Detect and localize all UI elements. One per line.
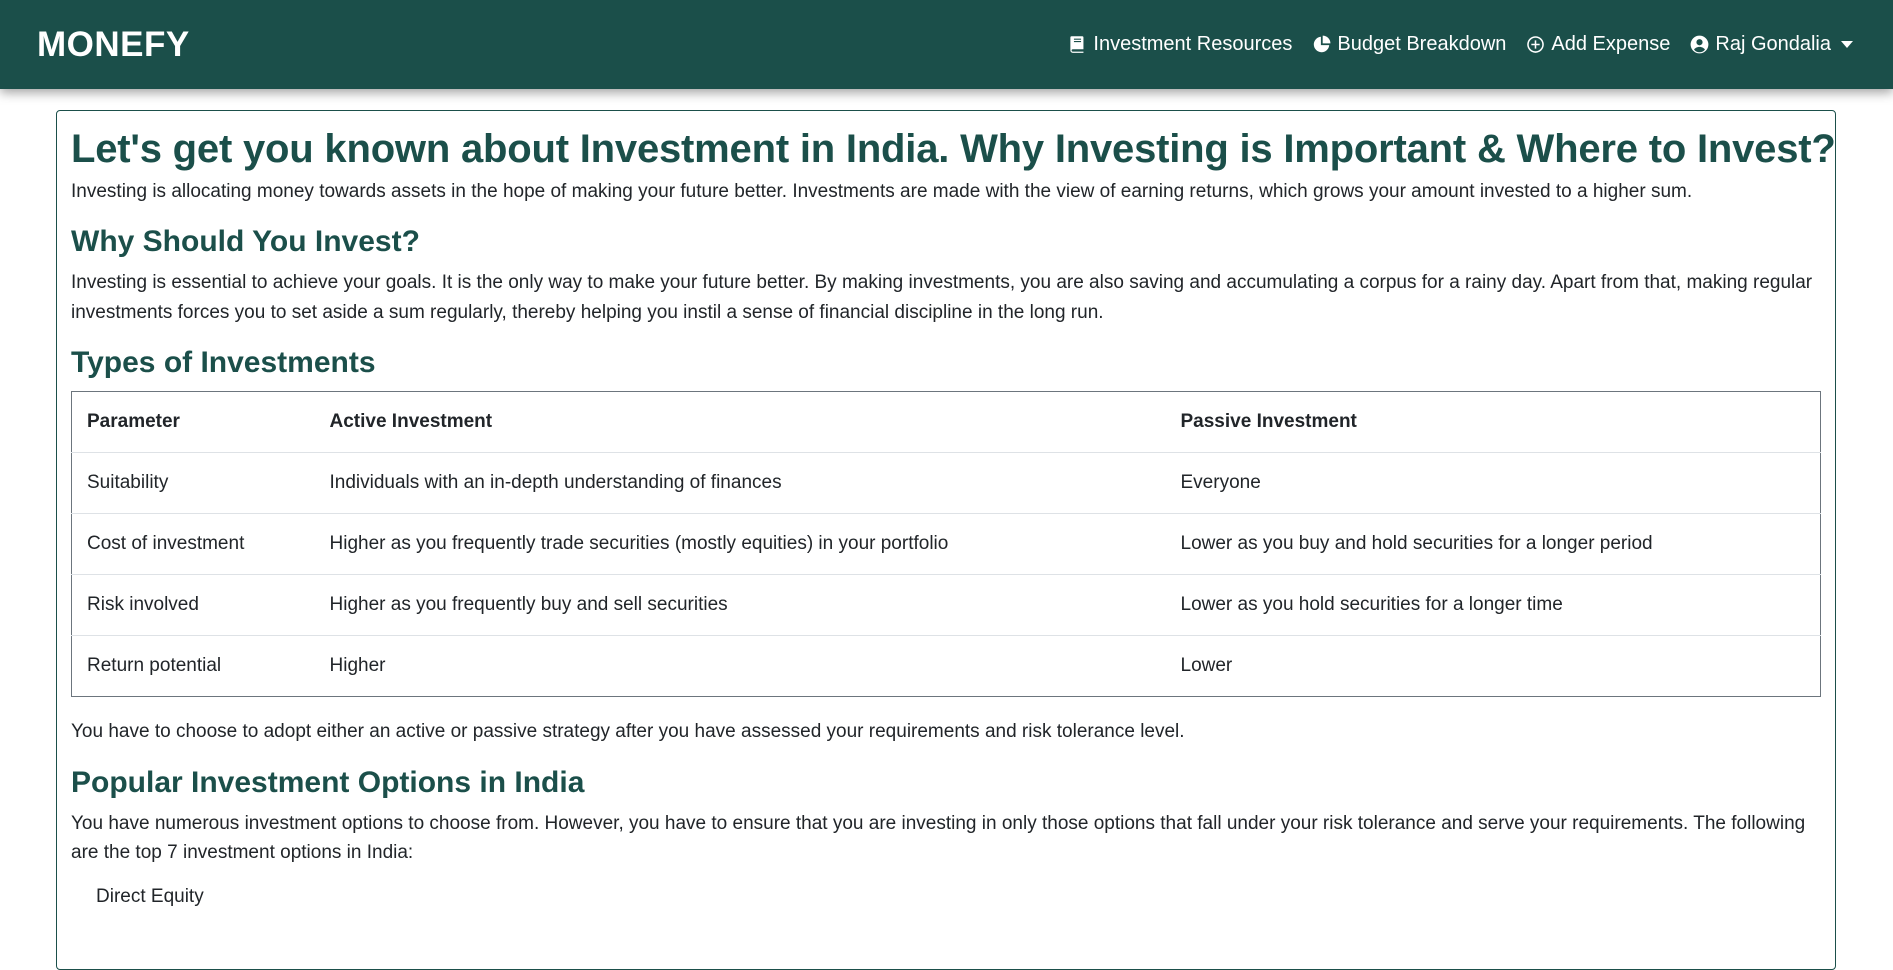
table-cell: Lower as you hold securities for a longe…	[1165, 574, 1821, 637]
book-icon	[1070, 36, 1084, 53]
list-item: Direct Equity	[96, 885, 204, 907]
popular-options-text: You have numerous investment options to …	[71, 812, 1806, 864]
nav-add-expense[interactable]: Add Expense	[1526, 33, 1670, 56]
table-cell: Cost of investment	[71, 513, 315, 576]
chevron-down-icon	[1841, 41, 1853, 48]
table-header: Passive Investment	[1165, 391, 1821, 454]
pie-chart-icon	[1314, 35, 1331, 53]
plus-circle-icon	[1527, 36, 1545, 53]
table-cell: Return potential	[87, 655, 222, 677]
table-cell: Everyone	[1165, 452, 1821, 515]
nav-budget-breakdown[interactable]: Budget Breakdown	[1312, 33, 1506, 56]
nav-investment-resources-label: Investment Resources	[1093, 33, 1293, 55]
brand-logo[interactable]: MONEFY	[37, 25, 190, 65]
nav-investment-resources[interactable]: Investment Resources	[1068, 33, 1292, 56]
table-cell: Individuals with an in-depth understandi…	[314, 452, 1166, 515]
table-cell: Lower	[1180, 655, 1233, 677]
table-row: Return potential Higher Lower	[72, 636, 1821, 697]
why-invest-text: Investing is essential to achieve your g…	[71, 272, 1813, 323]
table-cell: Higher	[329, 655, 386, 677]
table-header: Parameter	[71, 391, 315, 454]
table-header-row: Parameter Active Investment Passive Inve…	[71, 391, 1821, 454]
table-cell: Higher as you frequently buy and sell se…	[314, 574, 1166, 637]
investment-types-table: Parameter Active Investment Passive Inve…	[71, 391, 1821, 698]
types-heading: Types of Investments	[71, 346, 376, 380]
table-cell: Suitability	[71, 452, 315, 515]
why-invest-heading: Why Should You Invest?	[71, 225, 420, 259]
user-name: Raj Gondalia	[1715, 33, 1831, 55]
content-card: Let's get you known about Investment in …	[56, 110, 1836, 970]
nav-budget-breakdown-label: Budget Breakdown	[1337, 33, 1507, 55]
table-cell: Risk involved	[71, 574, 315, 637]
table-cell: Lower as you buy and hold securities for…	[1165, 513, 1821, 576]
intro-text: Investing is allocating money towards as…	[71, 181, 1693, 202]
top-navbar: MONEFY Investment Resources Budget Break…	[0, 0, 1893, 89]
user-menu-dropdown[interactable]: Raj Gondalia	[1690, 33, 1853, 56]
user-circle-icon	[1690, 35, 1709, 54]
table-header: Active Investment	[314, 391, 1166, 454]
nav-links: Investment Resources Budget Breakdown Ad…	[1068, 33, 1853, 56]
strategy-text: You have to choose to adopt either an ac…	[71, 721, 1185, 743]
popular-options-heading: Popular Investment Options in India	[71, 765, 585, 799]
nav-add-expense-label: Add Expense	[1551, 33, 1671, 55]
table-row: Risk involved Higher as you frequently b…	[71, 574, 1821, 637]
table-cell: Higher as you frequently trade securitie…	[314, 513, 1166, 576]
table-row: Suitability Individuals with an in-depth…	[71, 452, 1821, 515]
investment-options-list: Direct Equity	[71, 882, 1822, 911]
table-row: Cost of investment Higher as you frequen…	[71, 513, 1821, 576]
page-title: Let's get you known about Investment in …	[71, 127, 1836, 171]
